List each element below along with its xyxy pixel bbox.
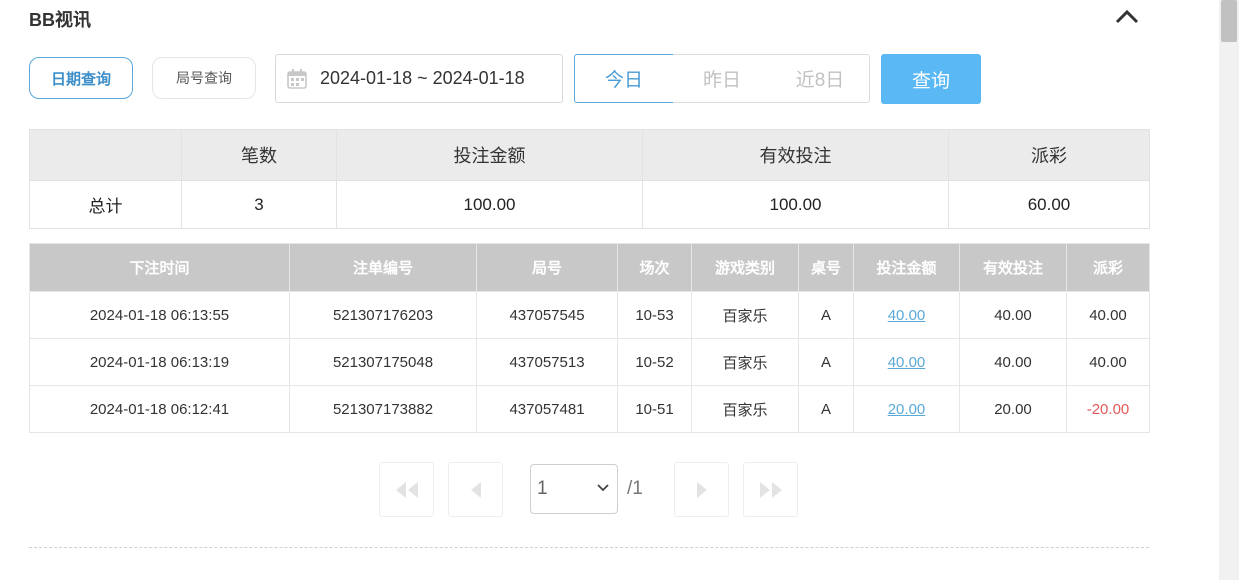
table-row: 2024-01-18 06:13:55 521307176203 4370575… [29, 291, 1150, 339]
date-range-value: 2024-01-18 ~ 2024-01-18 [320, 68, 525, 88]
first-page-button[interactable] [379, 462, 434, 517]
summary-header: 有效投注 [642, 129, 949, 181]
date-query-tab[interactable]: 日期查询 [29, 57, 133, 99]
bet-id-cell: 521307176203 [289, 291, 477, 339]
double-chevron-right-icon [759, 481, 782, 498]
section-divider [29, 547, 1149, 548]
valid-bet-cell: 40.00 [959, 291, 1067, 339]
summary-header: 投注金额 [336, 129, 643, 181]
page-select[interactable]: 1 [530, 464, 618, 514]
summary-header: 派彩 [948, 129, 1150, 181]
table-id-cell: A [798, 338, 854, 386]
double-chevron-left-icon [395, 481, 418, 498]
detail-header-row: 下注时间 注单编号 局号 场次 游戏类别 桌号 投注金额 有效投注 派彩 [29, 243, 1150, 292]
bet-amount-link[interactable]: 20.00 [853, 385, 960, 433]
summary-header-row: 笔数 投注金额 有效投注 派彩 [29, 129, 1150, 181]
summary-cell: 总计 [29, 180, 182, 229]
payout-cell: 40.00 [1066, 291, 1150, 339]
quick-yesterday-button[interactable]: 昨日 [673, 54, 772, 103]
chevron-left-icon [470, 481, 481, 498]
bet-amount-link[interactable]: 40.00 [853, 338, 960, 386]
table-id-cell: A [798, 385, 854, 433]
summary-cell: 3 [181, 180, 337, 229]
game-type-cell: 百家乐 [691, 291, 799, 339]
summary-header [29, 129, 182, 181]
valid-bet-cell: 40.00 [959, 338, 1067, 386]
column-header: 投注金额 [853, 243, 960, 292]
summary-cell: 100.00 [336, 180, 643, 229]
table-id-cell: A [798, 291, 854, 339]
column-header: 桌号 [798, 243, 854, 292]
query-button[interactable]: 查询 [881, 54, 981, 104]
column-header: 有效投注 [959, 243, 1067, 292]
summary-header: 笔数 [181, 129, 337, 181]
calendar-icon [287, 68, 307, 89]
table-row: 2024-01-18 06:13:19 521307175048 4370575… [29, 338, 1150, 386]
bet-id-cell: 521307175048 [289, 338, 477, 386]
column-header: 场次 [617, 243, 692, 292]
bet-amount-link[interactable]: 40.00 [853, 291, 960, 339]
round-id-cell: 437057481 [476, 385, 618, 433]
column-header: 下注时间 [29, 243, 290, 292]
column-header: 游戏类别 [691, 243, 799, 292]
bet-time-cell: 2024-01-18 06:12:41 [29, 385, 290, 433]
bet-id-cell: 521307173882 [289, 385, 477, 433]
game-type-cell: 百家乐 [691, 338, 799, 386]
payout-cell: -20.00 [1066, 385, 1150, 433]
chevron-right-icon [696, 481, 707, 498]
session-cell: 10-52 [617, 338, 692, 386]
page-select-value: 1 [537, 478, 548, 499]
payout-cell: 40.00 [1066, 338, 1150, 386]
collapse-button[interactable] [1114, 4, 1140, 28]
session-cell: 10-53 [617, 291, 692, 339]
round-id-cell: 437057545 [476, 291, 618, 339]
chevron-up-icon [1115, 9, 1139, 24]
chevron-down-icon [597, 484, 609, 492]
game-type-cell: 百家乐 [691, 385, 799, 433]
summary-cell: 60.00 [948, 180, 1150, 229]
quick-today-button[interactable]: 今日 [574, 54, 674, 103]
summary-table: 笔数 投注金额 有效投注 派彩 总计 3 100.00 100.00 60.00 [29, 129, 1150, 229]
summary-total-row: 总计 3 100.00 100.00 60.00 [29, 180, 1150, 229]
session-cell: 10-51 [617, 385, 692, 433]
bet-time-cell: 2024-01-18 06:13:19 [29, 338, 290, 386]
page-title: BB视讯 [29, 10, 91, 30]
date-range-input[interactable]: 2024-01-18 ~ 2024-01-18 [275, 54, 563, 103]
column-header: 注单编号 [289, 243, 477, 292]
column-header: 派彩 [1066, 243, 1150, 292]
scrollbar-thumb[interactable] [1221, 0, 1237, 42]
bet-detail-table: 下注时间 注单编号 局号 场次 游戏类别 桌号 投注金额 有效投注 派彩 202… [29, 243, 1150, 433]
next-page-button[interactable] [674, 462, 729, 517]
last-page-button[interactable] [743, 462, 798, 517]
table-row: 2024-01-18 06:12:41 521307173882 4370574… [29, 385, 1150, 433]
round-query-tab[interactable]: 局号查询 [152, 57, 256, 99]
round-id-cell: 437057513 [476, 338, 618, 386]
valid-bet-cell: 20.00 [959, 385, 1067, 433]
prev-page-button[interactable] [448, 462, 503, 517]
scrollbar-track[interactable] [1219, 0, 1239, 580]
quick-8days-button[interactable]: 近8日 [771, 54, 870, 103]
summary-cell: 100.00 [642, 180, 949, 229]
column-header: 局号 [476, 243, 618, 292]
bet-time-cell: 2024-01-18 06:13:55 [29, 291, 290, 339]
page-total: /1 [627, 478, 643, 499]
